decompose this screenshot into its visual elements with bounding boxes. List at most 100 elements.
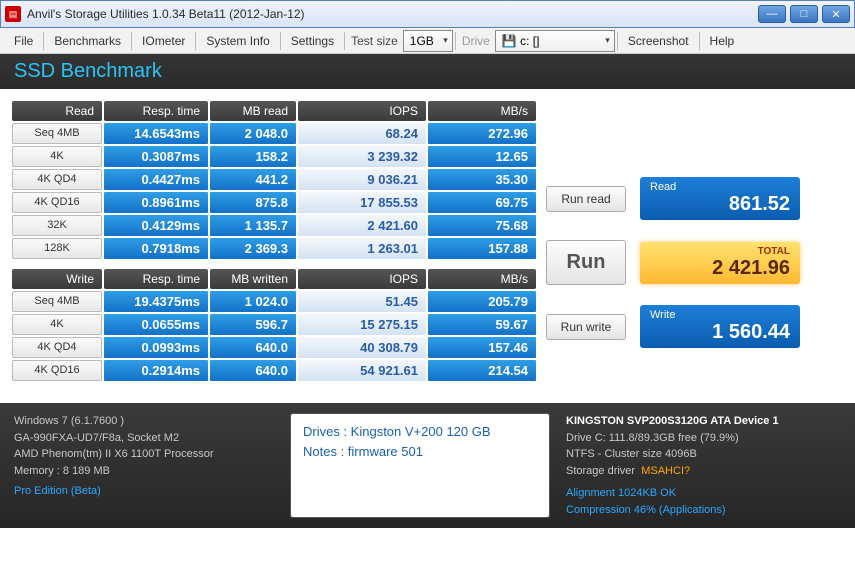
total-score-label: TOTAL	[650, 246, 790, 257]
read-iops-cell: 2 421.60	[298, 215, 426, 236]
read-row-label: 128K	[12, 238, 102, 259]
read-iops-cell: 1 263.01	[298, 238, 426, 259]
menubar: File Benchmarks IOmeter System Info Sett…	[0, 28, 855, 54]
maximize-button[interactable]: □	[790, 5, 818, 23]
read-header-label: Read	[12, 101, 102, 121]
menu-iometer[interactable]: IOmeter	[134, 31, 193, 51]
read-resp-cell: 0.3087ms	[104, 146, 208, 167]
drives-line: Drives : Kingston V+200 120 GB	[303, 422, 537, 442]
os-line: Windows 7 (6.1.7600 )	[14, 413, 274, 430]
edition-link[interactable]: Pro Edition (Beta)	[14, 483, 274, 500]
read-mb-cell: 1 135.7	[210, 215, 296, 236]
run-write-button[interactable]: Run write	[546, 314, 626, 340]
read-header-mbs: MB/s	[428, 101, 536, 121]
read-iops-cell: 3 239.32	[298, 146, 426, 167]
read-mbs-cell: 75.68	[428, 215, 536, 236]
run-button[interactable]: Run	[546, 240, 626, 285]
read-mb-cell: 2 369.3	[210, 238, 296, 259]
drive-info: KINGSTON SVP200S3120G ATA Device 1 Drive…	[566, 413, 841, 518]
write-row-label: 4K	[12, 314, 102, 335]
menu-help[interactable]: Help	[702, 31, 743, 51]
read-resp-cell: 0.8961ms	[104, 192, 208, 213]
read-score-label: Read	[650, 181, 790, 193]
write-row: 4K QD160.2914ms640.054 921.61214.54	[12, 360, 536, 381]
window-title: Anvil's Storage Utilities 1.0.34 Beta11 …	[27, 7, 758, 21]
test-size-combo[interactable]: 1GB	[403, 30, 453, 52]
system-info: Windows 7 (6.1.7600 ) GA-990FXA-UD7/F8a,…	[14, 413, 274, 518]
mem-line: Memory : 8 189 MB	[14, 463, 274, 480]
read-header-iops: IOPS	[298, 101, 426, 121]
close-button[interactable]: ✕	[822, 5, 850, 23]
write-row: 4K QD40.0993ms640.040 308.79157.46	[12, 337, 536, 358]
read-score-box: Read 861.52	[640, 177, 800, 220]
drive-combo[interactable]: 💾 c: []	[495, 30, 615, 52]
menu-screenshot[interactable]: Screenshot	[620, 31, 697, 51]
read-mbs-cell: 157.88	[428, 238, 536, 259]
page-title: SSD Benchmark	[0, 54, 855, 89]
alignment-link[interactable]: Alignment 1024KB OK	[566, 485, 841, 502]
write-row-label: 4K QD4	[12, 337, 102, 358]
read-mb-cell: 2 048.0	[210, 123, 296, 144]
write-header-label: Write	[12, 269, 102, 289]
write-iops-cell: 51.45	[298, 291, 426, 312]
write-mbs-cell: 59.67	[428, 314, 536, 335]
write-mb-cell: 640.0	[210, 360, 296, 381]
read-mbs-cell: 35.30	[428, 169, 536, 190]
minimize-button[interactable]: —	[758, 5, 786, 23]
write-row: Seq 4MB19.4375ms1 024.051.45205.79	[12, 291, 536, 312]
notes-line: Notes : firmware 501	[303, 442, 537, 462]
read-row: 32K0.4129ms1 135.72 421.6075.68	[12, 215, 536, 236]
device-fs: NTFS - Cluster size 4096B	[566, 446, 841, 463]
read-resp-cell: 0.4129ms	[104, 215, 208, 236]
menu-settings[interactable]: Settings	[283, 31, 342, 51]
read-resp-cell: 0.7918ms	[104, 238, 208, 259]
read-mb-cell: 875.8	[210, 192, 296, 213]
read-row: Seq 4MB14.6543ms2 048.068.24272.96	[12, 123, 536, 144]
read-mbs-cell: 12.65	[428, 146, 536, 167]
write-mb-cell: 640.0	[210, 337, 296, 358]
read-mbs-cell: 272.96	[428, 123, 536, 144]
write-header-iops: IOPS	[298, 269, 426, 289]
test-size-label: Test size	[347, 34, 402, 48]
read-score-value: 861.52	[650, 193, 790, 216]
menu-file[interactable]: File	[6, 31, 41, 51]
read-mbs-cell: 69.75	[428, 192, 536, 213]
read-row-label: 4K	[12, 146, 102, 167]
write-mb-cell: 1 024.0	[210, 291, 296, 312]
run-read-button[interactable]: Run read	[546, 186, 626, 212]
mobo-line: GA-990FXA-UD7/F8a, Socket M2	[14, 430, 274, 447]
read-iops-cell: 17 855.53	[298, 192, 426, 213]
total-score-value: 2 421.96	[650, 257, 790, 280]
read-row-label: Seq 4MB	[12, 123, 102, 144]
menu-benchmarks[interactable]: Benchmarks	[46, 31, 129, 51]
write-resp-cell: 0.0655ms	[104, 314, 208, 335]
write-row: 4K0.0655ms596.715 275.1559.67	[12, 314, 536, 335]
write-resp-cell: 0.0993ms	[104, 337, 208, 358]
write-iops-cell: 15 275.15	[298, 314, 426, 335]
read-mb-cell: 158.2	[210, 146, 296, 167]
read-header-resp: Resp. time	[104, 101, 208, 121]
write-table: Write Resp. time MB written IOPS MB/s Se…	[12, 269, 536, 381]
read-row: 4K0.3087ms158.23 239.3212.65	[12, 146, 536, 167]
menu-system-info[interactable]: System Info	[198, 31, 277, 51]
write-row-label: Seq 4MB	[12, 291, 102, 312]
write-resp-cell: 19.4375ms	[104, 291, 208, 312]
read-header-mb: MB read	[210, 101, 296, 121]
read-resp-cell: 0.4427ms	[104, 169, 208, 190]
write-iops-cell: 54 921.61	[298, 360, 426, 381]
write-row-label: 4K QD16	[12, 360, 102, 381]
write-score-box: Write 1 560.44	[640, 305, 800, 348]
write-iops-cell: 40 308.79	[298, 337, 426, 358]
read-row-label: 4K QD16	[12, 192, 102, 213]
storage-driver-line: Storage driver MSAHCI?	[566, 463, 841, 480]
total-score-box: TOTAL 2 421.96	[640, 242, 800, 284]
read-iops-cell: 9 036.21	[298, 169, 426, 190]
read-resp-cell: 14.6543ms	[104, 123, 208, 144]
cpu-line: AMD Phenom(tm) II X6 1100T Processor	[14, 446, 274, 463]
write-mbs-cell: 214.54	[428, 360, 536, 381]
write-mb-cell: 596.7	[210, 314, 296, 335]
write-header-resp: Resp. time	[104, 269, 208, 289]
compression-link[interactable]: Compression 46% (Applications)	[566, 502, 841, 519]
drive-label: Drive	[458, 34, 494, 48]
app-icon: ▤	[5, 6, 21, 22]
